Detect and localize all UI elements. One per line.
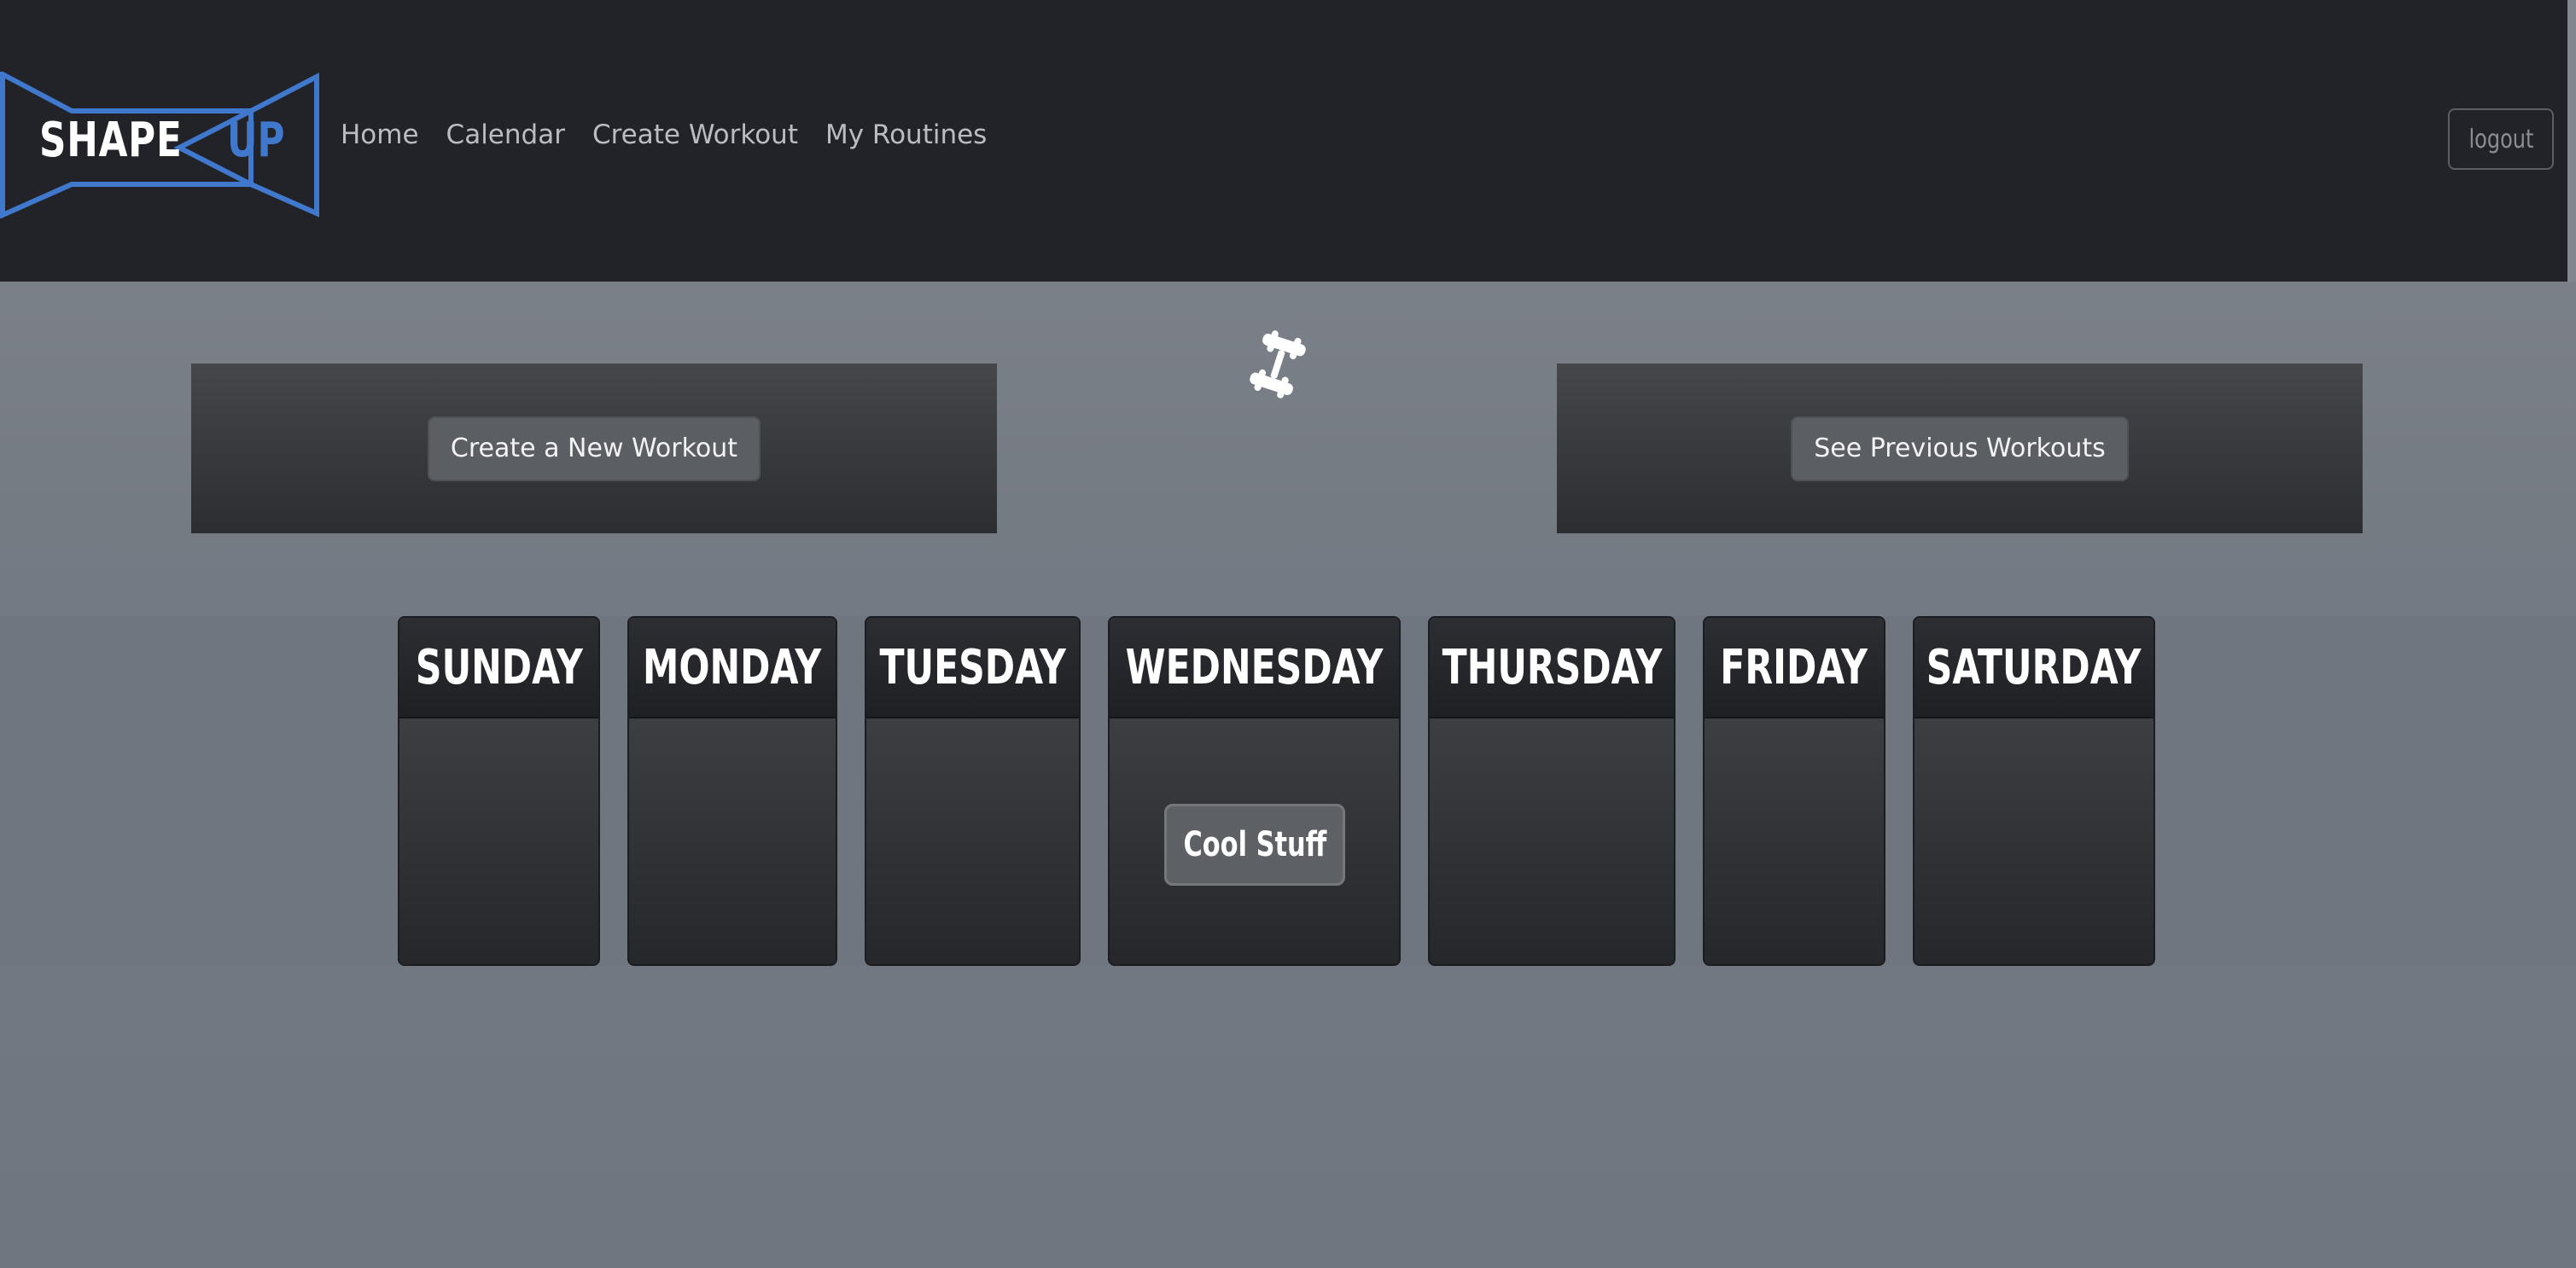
day-body xyxy=(1705,718,1884,964)
logo-text-shape: SHAPE xyxy=(39,113,183,168)
day-body xyxy=(1430,718,1674,964)
day-name: TUESDAY xyxy=(879,639,1066,695)
nav-link-calendar[interactable]: Calendar xyxy=(446,119,565,150)
day-name: THURSDAY xyxy=(1442,639,1662,695)
day-body xyxy=(629,718,836,964)
day-body xyxy=(399,718,598,964)
see-previous-workouts-button[interactable]: See Previous Workouts xyxy=(1791,416,2129,481)
day-column-monday[interactable]: MONDAY xyxy=(627,616,837,966)
day-column-friday[interactable]: FRIDAY xyxy=(1703,616,1885,966)
logo-text-up: UP xyxy=(227,113,285,168)
workout-chip[interactable]: Cool Stuff xyxy=(1164,804,1345,886)
day-name: FRIDAY xyxy=(1720,639,1868,695)
day-header: WEDNESDAY xyxy=(1110,618,1399,718)
nav-links: Home Calendar Create Workout My Routines xyxy=(341,119,987,150)
shape-up-logo[interactable]: SHAPE UP xyxy=(0,72,319,218)
day-name: WEDNESDAY xyxy=(1125,639,1384,695)
day-body xyxy=(1915,718,2153,964)
day-name: MONDAY xyxy=(643,639,822,695)
nav-link-create-workout[interactable]: Create Workout xyxy=(592,119,798,150)
day-column-wednesday[interactable]: WEDNESDAY Cool Stuff xyxy=(1108,616,1401,966)
day-header: TUESDAY xyxy=(866,618,1079,718)
day-body: Cool Stuff xyxy=(1110,718,1399,964)
day-body xyxy=(866,718,1079,964)
day-name: SATURDAY xyxy=(1926,639,2142,695)
day-column-saturday[interactable]: SATURDAY xyxy=(1913,616,2155,966)
top-navbar: SHAPE UP Home Calendar Create Workout My… xyxy=(0,0,2576,282)
workout-chip-title: Cool Stuff xyxy=(1183,825,1326,864)
day-column-thursday[interactable]: THURSDAY xyxy=(1428,616,1676,966)
logout-button[interactable]: logout xyxy=(2448,108,2554,170)
create-new-workout-button[interactable]: Create a New Workout xyxy=(427,416,761,481)
day-header: FRIDAY xyxy=(1705,618,1884,718)
day-header: MONDAY xyxy=(629,618,836,718)
day-header: THURSDAY xyxy=(1430,618,1674,718)
previous-workouts-panel: See Previous Workouts xyxy=(1557,364,2363,533)
day-column-tuesday[interactable]: TUESDAY xyxy=(865,616,1081,966)
create-workout-panel: Create a New Workout xyxy=(191,364,997,533)
nav-link-my-routines[interactable]: My Routines xyxy=(825,119,987,150)
day-name: SUNDAY xyxy=(415,639,583,695)
day-header: SATURDAY xyxy=(1915,618,2153,718)
day-column-sunday[interactable]: SUNDAY xyxy=(398,616,600,966)
dumbbell-icon xyxy=(1250,330,1306,398)
logout-label: logout xyxy=(2468,124,2533,154)
nav-link-home[interactable]: Home xyxy=(341,119,419,150)
day-header: SUNDAY xyxy=(399,618,598,718)
